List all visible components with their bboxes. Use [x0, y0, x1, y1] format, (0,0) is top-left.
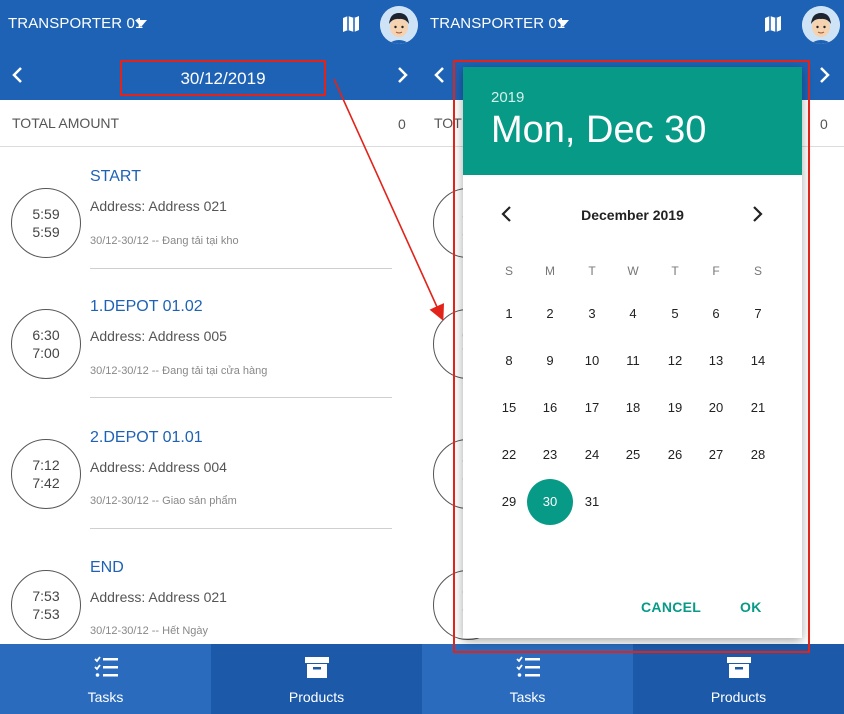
- time-start: 7:12: [32, 457, 60, 473]
- chevron-left-icon[interactable]: [431, 66, 449, 84]
- task-title[interactable]: 1.DEPOT 01.02: [90, 298, 203, 316]
- time-end: 7:00: [32, 345, 60, 361]
- task-title[interactable]: END: [90, 559, 124, 577]
- task-address: Address: Address 005: [90, 328, 227, 344]
- time-end: 7:42: [32, 475, 60, 491]
- selected-date-button[interactable]: 30/12/2019: [120, 60, 326, 96]
- time-start: 7:53: [32, 588, 60, 604]
- top-app-bar: TRANSPORTER 01: [0, 0, 422, 50]
- archive-box-icon: [727, 657, 751, 678]
- tab-tasks[interactable]: Tasks: [422, 644, 633, 714]
- bottom-navigation: Tasks Products: [0, 644, 422, 714]
- task-address: Address: Address 021: [90, 198, 227, 214]
- time-circle: 7:53 7:53: [11, 570, 81, 640]
- user-avatar-icon: [380, 6, 418, 44]
- divider: [90, 397, 392, 398]
- tab-products[interactable]: Products: [633, 644, 844, 714]
- total-amount-row: TOTAL AMOUNT 0: [0, 100, 422, 147]
- avatar[interactable]: [380, 6, 418, 44]
- time-end: 7:53: [32, 606, 60, 622]
- transporter-selector[interactable]: TRANSPORTER 01: [8, 15, 143, 32]
- task-screen-left: TRANSPORTER 01 30/12/2019 TOTAL AMOUNT 0…: [0, 0, 422, 714]
- tab-label: Products: [288, 689, 345, 705]
- tab-tasks[interactable]: Tasks: [0, 644, 211, 714]
- highlight-box: [453, 60, 810, 653]
- time-circle: 6:30 7:00: [11, 309, 81, 379]
- avatar[interactable]: [802, 6, 840, 44]
- task-title[interactable]: START: [90, 168, 141, 186]
- time-start: 5:59: [32, 206, 60, 222]
- task-item[interactable]: 6:30 7:00 1.DEPOT 01.02 Address: Address…: [0, 277, 422, 407]
- task-item[interactable]: 5:59 5:59 START Address: Address 021 30/…: [0, 147, 422, 277]
- top-app-bar: TRANSPORTER 01: [422, 0, 844, 50]
- time-start: 6:30: [32, 327, 60, 343]
- tab-label: Products: [710, 689, 767, 705]
- task-address: Address: Address 021: [90, 589, 227, 605]
- transporter-selector[interactable]: TRANSPORTER 01: [430, 15, 565, 32]
- total-amount-value: 0: [398, 116, 406, 132]
- caret-down-icon[interactable]: [557, 20, 569, 27]
- map-icon[interactable]: [764, 15, 782, 33]
- task-title[interactable]: 2.DEPOT 01.01: [90, 429, 203, 447]
- task-status: 30/12-30/12 -- Đang tải tại kho: [90, 235, 239, 247]
- checklist-icon: [94, 656, 118, 677]
- divider: [90, 528, 392, 529]
- time-circle: 5:59 5:59: [11, 188, 81, 258]
- task-address: Address: Address 004: [90, 459, 227, 475]
- task-status: 30/12-30/12 -- Hết Ngày: [90, 625, 209, 637]
- total-amount-value: 0: [820, 116, 828, 132]
- chevron-right-icon[interactable]: [815, 66, 833, 84]
- tab-label: Tasks: [509, 689, 546, 705]
- bottom-navigation: Tasks Products: [422, 644, 844, 714]
- divider: [90, 268, 392, 269]
- tab-products[interactable]: Products: [211, 644, 422, 714]
- time-end: 5:59: [32, 224, 60, 240]
- task-item[interactable]: 7:12 7:42 2.DEPOT 01.01 Address: Address…: [0, 408, 422, 538]
- archive-box-icon: [305, 657, 329, 678]
- chevron-right-icon[interactable]: [393, 66, 411, 84]
- caret-down-icon[interactable]: [135, 20, 147, 27]
- map-icon[interactable]: [342, 15, 360, 33]
- user-avatar-icon: [802, 6, 840, 44]
- checklist-icon: [516, 656, 540, 677]
- tab-label: Tasks: [87, 689, 124, 705]
- time-circle: 7:12 7:42: [11, 439, 81, 509]
- chevron-left-icon[interactable]: [9, 66, 27, 84]
- task-status: 30/12-30/12 -- Giao sản phẩm: [90, 495, 237, 507]
- task-status: 30/12-30/12 -- Đang tải tại cửa hàng: [90, 365, 268, 377]
- total-amount-label: TOTAL AMOUNT: [12, 115, 120, 131]
